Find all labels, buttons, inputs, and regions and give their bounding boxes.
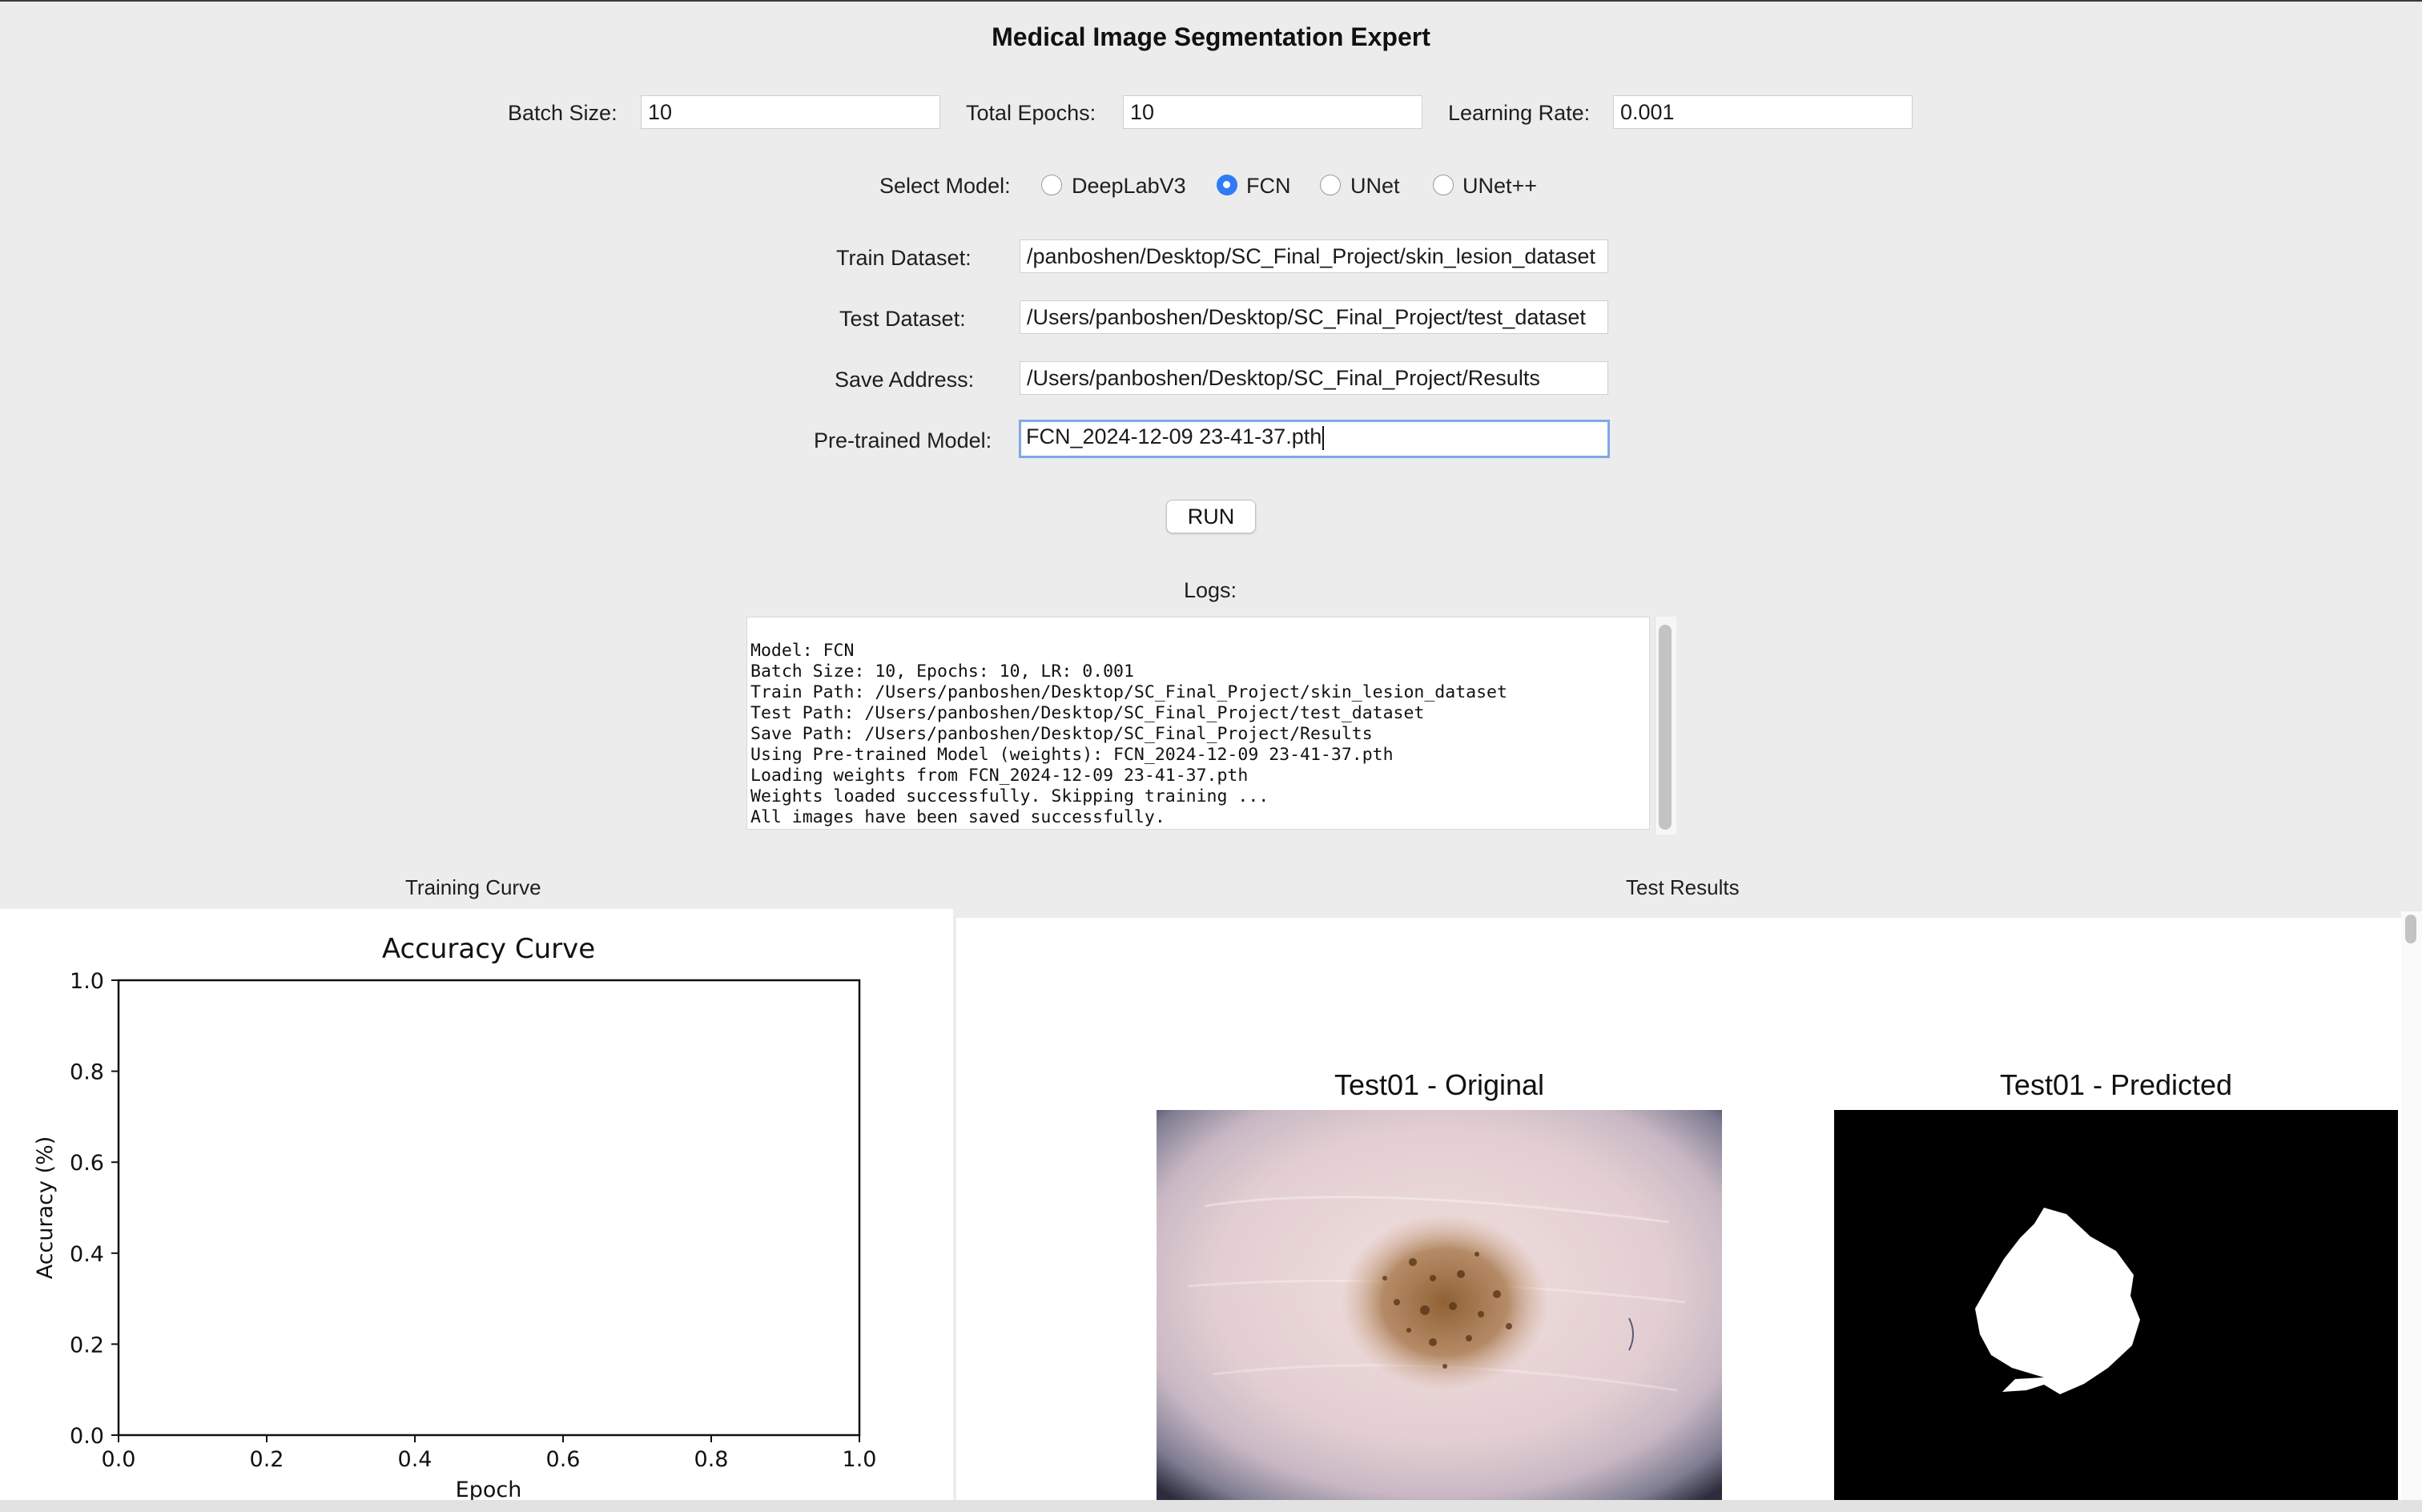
y-axis-ticks: 0.0 0.2 0.4 0.6 0.8 1.0 — [70, 969, 119, 1449]
original-image-title: Test01 - Original — [1334, 1068, 1545, 1101]
x-axis-ticks: 0.0 0.2 0.4 0.6 0.8 1.0 — [102, 1435, 877, 1472]
pretrained-model-input[interactable]: FCN_2024-12-09 23-41-37.pth — [1019, 420, 1610, 458]
x-tick-label: 0.8 — [694, 1447, 729, 1472]
log-line: Save Path: /Users/panboshen/Desktop/SC_F… — [750, 724, 1373, 744]
radio-fcn[interactable] — [1217, 175, 1237, 195]
log-line: Weights loaded successfully. Skipping tr… — [750, 786, 1269, 806]
radio-unet[interactable] — [1320, 175, 1341, 195]
test-results-label: Test Results — [1626, 875, 1740, 899]
text-caret — [1322, 425, 1325, 450]
learning-rate-label: Learning Rate: — [1448, 101, 1591, 125]
log-line: Batch Size: 10, Epochs: 10, LR: 0.001 — [750, 662, 1134, 682]
radio-deeplabv3[interactable] — [1041, 175, 1062, 195]
test-dataset-input[interactable]: /Users/panboshen/Desktop/SC_Final_Projec… — [1020, 300, 1608, 334]
logs-scrollbar-thumb[interactable] — [1659, 625, 1672, 830]
save-address-input[interactable]: /Users/panboshen/Desktop/SC_Final_Projec… — [1020, 361, 1608, 395]
train-dataset-input[interactable]: /panboshen/Desktop/SC_Final_Project/skin… — [1020, 239, 1608, 273]
log-line: All images have been saved successfully. — [750, 807, 1165, 827]
y-tick-label: 0.4 — [70, 1242, 104, 1267]
training-curve-panel: Accuracy Curve 0.0 0.2 0.4 0.6 0.8 1.0 0.0 0.2… — [0, 909, 953, 1502]
chart-title: Accuracy Curve — [382, 933, 595, 965]
logs-textarea[interactable]: Model: FCN Batch Size: 10, Epochs: 10, LR… — [746, 617, 1650, 830]
original-image — [1157, 1110, 1722, 1500]
select-model-label: Select Model: — [879, 174, 1011, 198]
pretrained-model-label: Pre-trained Model: — [814, 428, 992, 452]
run-button[interactable]: RUN — [1166, 500, 1256, 533]
radio-unetpp-label[interactable]: UNet++ — [1462, 174, 1537, 199]
log-line: Model: FCN — [750, 641, 855, 661]
logs-label: Logs: — [1184, 578, 1237, 602]
log-line: Using Pre-trained Model (weights): FCN_2… — [750, 745, 1394, 765]
log-line: Loading weights from FCN_2024-12-09 23-4… — [750, 766, 1249, 786]
y-tick-label: 0.6 — [70, 1151, 104, 1176]
results-scrollbar[interactable] — [2401, 911, 2422, 1500]
x-tick-label: 0.0 — [102, 1447, 136, 1472]
chart-plot-area — [117, 979, 861, 1437]
radio-unet-label[interactable]: UNet — [1350, 174, 1400, 199]
y-tick-label: 0.8 — [70, 1060, 104, 1085]
radio-fcn-label[interactable]: FCN — [1246, 174, 1291, 199]
window-title: Medical Image Segmentation Expert — [992, 22, 1430, 51]
x-tick-label: 1.0 — [843, 1447, 877, 1472]
y-axis-label: Accuracy (%) — [33, 1136, 58, 1280]
window-top-border — [0, 0, 2422, 2]
x-tick-label: 0.4 — [398, 1447, 432, 1472]
y-tick-label: 0.2 — [70, 1333, 104, 1357]
total-epochs-label: Total Epochs: — [966, 101, 1096, 125]
log-line: Test Path: /Users/panboshen/Desktop/SC_F… — [750, 703, 1425, 723]
x-tick-label: 0.2 — [250, 1447, 284, 1472]
radio-unetpp[interactable] — [1433, 175, 1454, 195]
pretrained-model-value: FCN_2024-12-09 23-41-37.pth — [1026, 424, 1322, 448]
y-tick-label: 1.0 — [70, 969, 104, 994]
predicted-image-title: Test01 - Predicted — [1999, 1068, 2233, 1101]
batch-size-input[interactable]: 10 — [641, 95, 940, 129]
log-line: Train Path: /Users/panboshen/Desktop/SC_… — [750, 682, 1507, 702]
results-scrollbar-thumb[interactable] — [2405, 915, 2416, 943]
total-epochs-input[interactable]: 10 — [1123, 95, 1422, 129]
x-tick-label: 0.6 — [546, 1447, 581, 1472]
y-tick-label: 0.0 — [70, 1424, 104, 1449]
predicted-mask-image — [1834, 1110, 2398, 1500]
train-dataset-label: Train Dataset: — [836, 246, 972, 270]
accuracy-chart: Accuracy Curve 0.0 0.2 0.4 0.6 0.8 1.0 0.0 0.2… — [33, 933, 877, 1502]
radio-deeplabv3-label[interactable]: DeepLabV3 — [1072, 174, 1186, 199]
bottom-edge — [0, 1500, 2422, 1512]
learning-rate-input[interactable]: 0.001 — [1613, 95, 1913, 129]
x-axis-label: Epoch — [456, 1478, 522, 1500]
training-curve-label: Training Curve — [405, 875, 541, 899]
save-address-label: Save Address: — [835, 368, 975, 392]
batch-size-label: Batch Size: — [508, 101, 618, 125]
test-dataset-label: Test Dataset: — [839, 307, 966, 331]
